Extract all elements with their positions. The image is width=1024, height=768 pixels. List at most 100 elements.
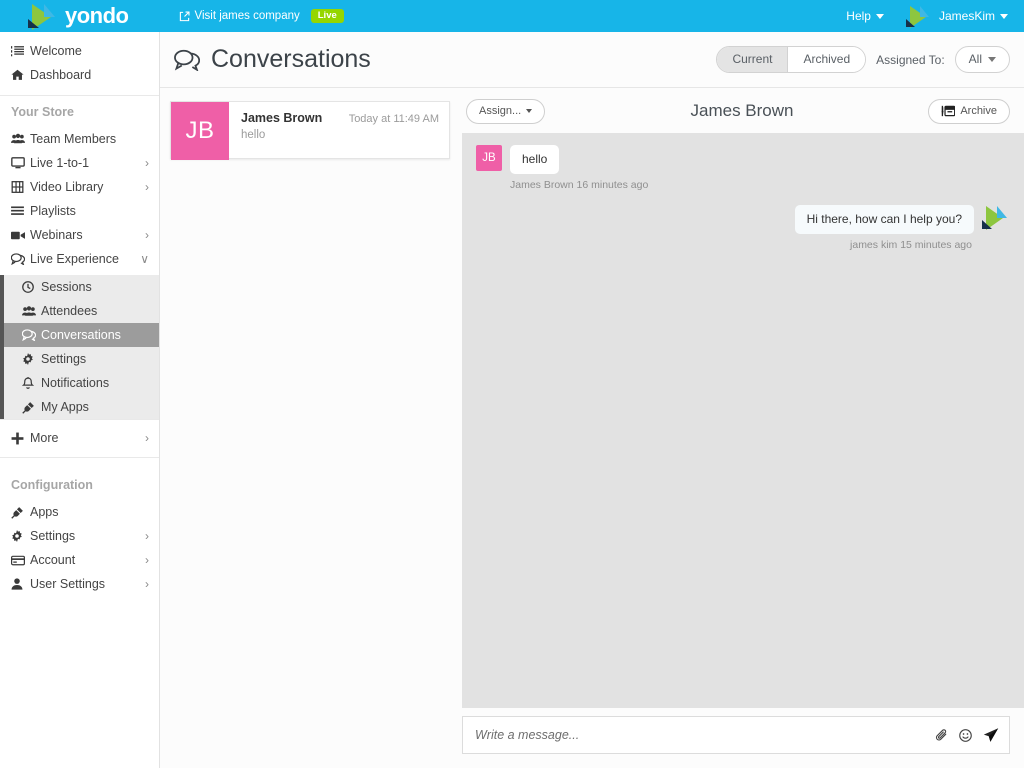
assigned-to-dropdown[interactable]: All — [955, 46, 1010, 73]
sidebar-item-label: Apps — [30, 506, 145, 519]
avatar: JB — [476, 145, 502, 171]
sidebar-item-video-library[interactable]: Video Library › — [0, 175, 159, 199]
visit-company-link[interactable]: Visit james company — [179, 10, 300, 22]
sidebar-item-label: Attendees — [41, 305, 149, 318]
gear-icon — [11, 530, 30, 542]
bell-icon — [22, 377, 41, 390]
chevron-down-icon — [876, 14, 884, 19]
sidebar-item-my-apps[interactable]: My Apps — [4, 395, 159, 419]
user-name-label: JamesKim — [939, 9, 995, 23]
assign-label: Assign... — [479, 105, 521, 117]
sidebar-item-label: Settings — [30, 530, 141, 543]
message-list: JB hello James Brown 16 minutes ago Hi t… — [462, 133, 1024, 708]
sidebar-group-config: Apps Settings › Account › — [0, 500, 159, 600]
list-icon — [11, 206, 30, 217]
conversation-list-item[interactable]: JB James Brown Today at 11:49 AM hello — [170, 101, 450, 159]
video-camera-icon — [11, 230, 30, 241]
ordered-list-icon — [11, 45, 30, 57]
message-outgoing: Hi there, how can I help you? james kim … — [476, 205, 1010, 251]
sidebar-item-label: Live 1-to-1 — [30, 157, 141, 170]
visit-company-label: Visit james company — [195, 10, 300, 22]
conversation-top-line: James Brown Today at 11:49 AM — [241, 111, 439, 125]
sidebar-item-live-1to1[interactable]: Live 1-to-1 › — [0, 151, 159, 175]
page-header-controls: Current Archived Assigned To: All — [716, 46, 1010, 73]
sidebar-item-settings[interactable]: Settings › — [0, 524, 159, 548]
archive-label: Archive — [960, 105, 997, 117]
plus-icon — [11, 432, 30, 445]
sidebar-item-label: Dashboard — [30, 69, 149, 82]
chat-header-right: Archive — [928, 99, 1010, 124]
yondo-play-logo-icon — [982, 205, 1010, 229]
chat-panel: Assign... James Brown — [460, 89, 1024, 768]
paperclip-icon[interactable] — [935, 729, 948, 742]
sidebar-item-account[interactable]: Account › — [0, 548, 159, 572]
user-menu[interactable]: JamesKim — [906, 5, 1008, 27]
message-incoming: JB hello James Brown 16 minutes ago — [476, 145, 1010, 191]
paper-plane-icon[interactable] — [983, 727, 999, 743]
sidebar-item-sessions[interactable]: Sessions — [4, 275, 159, 299]
message-row: JB hello — [476, 145, 1010, 174]
conversation-preview: hello — [241, 129, 439, 141]
sidebar-item-attendees[interactable]: Attendees — [4, 299, 159, 323]
sidebar-item-label: Account — [30, 554, 141, 567]
sidebar-item-webinars[interactable]: Webinars › — [0, 223, 159, 247]
yondo-play-logo-icon — [28, 3, 58, 29]
chevron-down-icon — [1000, 14, 1008, 19]
brand[interactable]: yondo — [28, 3, 129, 29]
assigned-to-label: Assigned To: — [876, 53, 945, 67]
sidebar-item-live-experience[interactable]: Live Experience ∨ — [0, 247, 159, 271]
sidebar-item-settings-live[interactable]: Settings — [4, 347, 159, 371]
chevron-right-icon: › — [141, 229, 149, 241]
clock-icon — [22, 281, 41, 293]
plug-icon — [22, 401, 41, 414]
chevron-down-icon — [988, 57, 996, 62]
film-grid-icon — [11, 181, 30, 193]
sidebar-section-configuration: Configuration — [0, 458, 159, 500]
message-row: Hi there, how can I help you? — [476, 205, 1010, 234]
plug-icon — [11, 506, 30, 519]
sidebar-item-more[interactable]: More › — [0, 426, 159, 450]
chat-header: Assign... James Brown — [460, 89, 1024, 133]
filter-archived-button[interactable]: Archived — [787, 47, 865, 72]
filter-current-button[interactable]: Current — [717, 47, 787, 72]
status-filter-group: Current Archived — [716, 46, 866, 73]
sidebar-item-label: Notifications — [41, 377, 149, 390]
chat-bubbles-icon — [174, 49, 200, 71]
message-input[interactable] — [473, 727, 935, 743]
sidebar-item-welcome[interactable]: Welcome — [0, 39, 159, 63]
main-content: Conversations Current Archived Assigned … — [160, 32, 1024, 768]
smiley-icon[interactable] — [959, 729, 972, 742]
message-meta: James Brown 16 minutes ago — [510, 179, 1010, 191]
people-group-icon — [11, 133, 30, 145]
composer-tools — [935, 727, 999, 743]
sidebar-item-notifications[interactable]: Notifications — [4, 371, 159, 395]
sidebar-item-label: Conversations — [41, 329, 149, 342]
sidebar-item-user-settings[interactable]: User Settings › — [0, 572, 159, 596]
chat-bubbles-icon — [11, 253, 30, 265]
chevron-right-icon: › — [141, 530, 149, 542]
sidebar-item-label: More — [30, 432, 141, 445]
chevron-down-icon: ∨ — [136, 253, 149, 265]
sidebar-item-dashboard[interactable]: Dashboard — [0, 63, 159, 87]
avatar: JB — [171, 102, 229, 160]
sidebar-section-your-store: Your Store — [0, 96, 159, 127]
external-link-icon — [179, 11, 190, 22]
sidebar-item-label: Playlists — [30, 205, 145, 218]
conversation-timestamp: Today at 11:49 AM — [349, 113, 439, 125]
people-group-icon — [22, 306, 41, 317]
sidebar-item-apps[interactable]: Apps — [0, 500, 159, 524]
message-meta: james kim 15 minutes ago — [476, 239, 972, 251]
message-bubble: hello — [510, 145, 559, 174]
credit-card-icon — [11, 555, 30, 566]
archive-inbox-icon — [941, 105, 955, 117]
sidebar-item-label: My Apps — [41, 401, 149, 414]
sidebar-item-team-members[interactable]: Team Members — [0, 127, 159, 151]
help-menu[interactable]: Help — [846, 9, 884, 23]
archive-button[interactable]: Archive — [928, 99, 1010, 124]
sidebar-item-label: User Settings — [30, 578, 141, 591]
sidebar-item-label: Team Members — [30, 133, 145, 146]
sidebar-item-playlists[interactable]: Playlists — [0, 199, 159, 223]
sidebar: Welcome Dashboard Your Store — [0, 32, 160, 768]
assign-dropdown-button[interactable]: Assign... — [466, 99, 545, 124]
sidebar-item-conversations[interactable]: Conversations — [4, 323, 159, 347]
